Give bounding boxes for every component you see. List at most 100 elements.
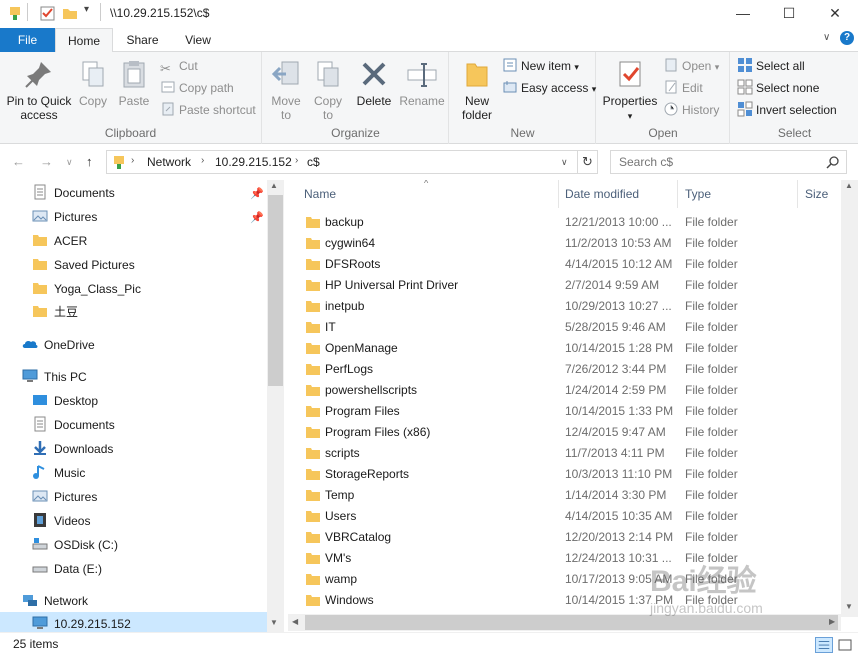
breadcrumb-host[interactable]: 10.29.215.152 — [215, 155, 292, 169]
forward-arrow-icon[interactable]: → — [40, 154, 53, 169]
copy-to-button[interactable]: Copy to — [309, 56, 347, 122]
search-box[interactable] — [610, 150, 847, 174]
edit-button[interactable]: Edit — [663, 78, 703, 98]
nav-item-documents-pinned[interactable]: Documents — [32, 182, 115, 204]
address-dropdown-icon[interactable]: ∨ — [561, 157, 568, 168]
close-button[interactable]: ✕ — [812, 0, 858, 26]
breadcrumb-separator-icon[interactable]: › — [201, 155, 204, 166]
customize-quick-access-icon[interactable]: ▾ — [84, 4, 89, 20]
table-row[interactable]: inetpub 10/29/2013 10:27 ... File folder — [288, 296, 841, 317]
scroll-up-icon[interactable]: ▲ — [270, 181, 278, 190]
properties-button[interactable]: Properties ▾ — [601, 56, 659, 123]
nav-item-network[interactable]: Network — [22, 590, 88, 612]
scroll-left-icon[interactable]: ◀ — [292, 617, 298, 626]
select-group-label: Select — [777, 126, 812, 140]
column-header-type[interactable]: Type — [677, 180, 798, 208]
table-row[interactable]: PerfLogs 7/26/2012 3:44 PM File folder — [288, 359, 841, 380]
tab-home[interactable]: Home — [55, 28, 113, 53]
table-row[interactable]: scripts 11/7/2013 4:11 PM File folder — [288, 443, 841, 464]
rename-button[interactable]: Rename — [399, 56, 445, 108]
paste-button[interactable]: Paste — [116, 56, 152, 108]
nav-scrollbar-thumb[interactable] — [268, 195, 283, 386]
breadcrumb-separator-icon[interactable]: › — [295, 155, 298, 166]
tab-file[interactable]: File — [0, 28, 55, 52]
table-row[interactable]: Users 4/14/2015 10:35 AM File folder — [288, 506, 841, 527]
new-folder-quick-icon[interactable] — [62, 5, 78, 21]
table-row[interactable]: cygwin64 11/2/2013 10:53 AM File folder — [288, 233, 841, 254]
table-row[interactable]: VBRCatalog 12/20/2013 2:14 PM File folder — [288, 527, 841, 548]
nav-item-pictures-pinned[interactable]: Pictures — [32, 206, 97, 228]
cut-button[interactable]: ✂ Cut — [160, 56, 198, 76]
nav-item-desktop[interactable]: Desktop — [32, 390, 98, 412]
recent-locations-icon[interactable]: ∨ — [66, 157, 73, 168]
table-row[interactable]: powershellscripts 1/24/2014 2:59 PM File f… — [288, 380, 841, 401]
table-row[interactable]: Program Files (x86) 12/4/2015 9:47 AM File… — [288, 422, 841, 443]
new-item-button[interactable]: New item ▾ — [502, 56, 579, 76]
file-list-scrollbar[interactable] — [841, 180, 858, 617]
nav-item-osdisk[interactable]: OSDisk (C:) — [32, 534, 118, 556]
pin-icon[interactable]: 📌 — [250, 187, 264, 200]
table-row[interactable]: StorageReports 10/3/2013 11:10 PM File fol… — [288, 464, 841, 485]
table-row[interactable]: HP Universal Print Driver 2/7/2014 9:59 A… — [288, 275, 841, 296]
paste-shortcut-button[interactable]: Paste shortcut — [160, 100, 256, 120]
select-all-button[interactable]: Select all — [737, 56, 805, 76]
organize-group-label: Organize — [331, 126, 380, 140]
collapse-ribbon-icon[interactable]: ∨ — [823, 32, 830, 43]
copy-button[interactable]: Copy — [76, 56, 110, 108]
nav-item-onedrive[interactable]: OneDrive — [22, 334, 95, 356]
select-none-button[interactable]: Select none — [737, 78, 819, 98]
minimize-button[interactable]: — — [720, 0, 766, 26]
properties-quick-icon[interactable] — [40, 5, 56, 21]
tab-share[interactable]: Share — [115, 28, 170, 52]
nav-item-documents[interactable]: Documents — [32, 414, 115, 436]
help-icon[interactable]: ? — [840, 31, 854, 45]
breadcrumb-share[interactable]: c$ — [307, 155, 320, 169]
column-header-size[interactable]: Size — [797, 180, 841, 208]
folder-icon — [33, 306, 47, 317]
search-input[interactable] — [619, 155, 819, 169]
easy-access-button[interactable]: Easy access ▾ — [502, 78, 596, 98]
address-bar[interactable]: › Network › 10.29.215.152 › c$ ∨ ↻ — [106, 150, 598, 174]
table-row[interactable]: IT 5/28/2015 9:46 AM File folder — [288, 317, 841, 338]
maximize-button[interactable]: ☐ — [766, 0, 812, 26]
nav-item-tudou[interactable]: 土豆 — [32, 301, 78, 323]
column-header-date[interactable]: Date modified — [557, 180, 678, 208]
scroll-up-icon[interactable]: ▲ — [845, 181, 853, 190]
breadcrumb-network[interactable]: Network — [147, 155, 191, 169]
nav-item-videos[interactable]: Videos — [32, 510, 90, 532]
new-folder-button[interactable]: New folder — [456, 56, 498, 122]
refresh-icon[interactable]: ↻ — [577, 151, 597, 173]
network-icon — [23, 595, 37, 606]
table-row[interactable]: backup 12/21/2013 10:00 ... File folder — [288, 212, 841, 233]
table-row[interactable]: Program Files 10/14/2015 1:33 PM File fold… — [288, 401, 841, 422]
move-to-button[interactable]: Move to — [267, 56, 305, 122]
nav-item-yoga-class-pic[interactable]: Yoga_Class_Pic — [32, 278, 141, 300]
breadcrumb-separator-icon[interactable]: › — [131, 155, 134, 166]
nav-item-data-e[interactable]: Data (E:) — [32, 558, 102, 580]
nav-item-music[interactable]: Music — [32, 462, 85, 484]
history-button[interactable]: History — [663, 100, 719, 120]
scroll-down-icon[interactable]: ▼ — [270, 618, 278, 627]
file-name: OpenManage — [325, 341, 398, 355]
nav-item-saved-pictures[interactable]: Saved Pictures — [32, 254, 135, 276]
open-button[interactable]: Open ▾ — [663, 56, 719, 76]
nav-item-pictures[interactable]: Pictures — [32, 486, 97, 508]
delete-button[interactable]: Delete — [355, 56, 393, 108]
back-arrow-icon[interactable]: ← — [12, 154, 25, 169]
nav-item-acer[interactable]: ACER — [32, 230, 87, 252]
copy-path-button[interactable]: Copy path — [160, 78, 234, 98]
table-row[interactable]: OpenManage 10/14/2015 1:28 PM File folder — [288, 338, 841, 359]
nav-item-downloads[interactable]: Downloads — [32, 438, 113, 460]
column-header-name[interactable]: Name — [296, 180, 559, 208]
nav-item-this-pc[interactable]: This PC — [22, 366, 87, 388]
pin-to-quick-access-button[interactable]: Pin to Quick access — [4, 56, 74, 122]
drive-icon — [32, 566, 48, 573]
network-location-icon — [114, 156, 124, 169]
table-row[interactable]: Temp 1/14/2014 3:30 PM File folder — [288, 485, 841, 506]
pin-icon[interactable]: 📌 — [250, 211, 264, 224]
new-folder-label: New folder — [461, 94, 493, 122]
table-row[interactable]: DFSRoots 4/14/2015 10:12 AM File folder — [288, 254, 841, 275]
up-arrow-icon[interactable]: ↑ — [86, 154, 93, 169]
tab-view[interactable]: View — [172, 28, 224, 52]
invert-selection-button[interactable]: Invert selection — [737, 100, 837, 120]
